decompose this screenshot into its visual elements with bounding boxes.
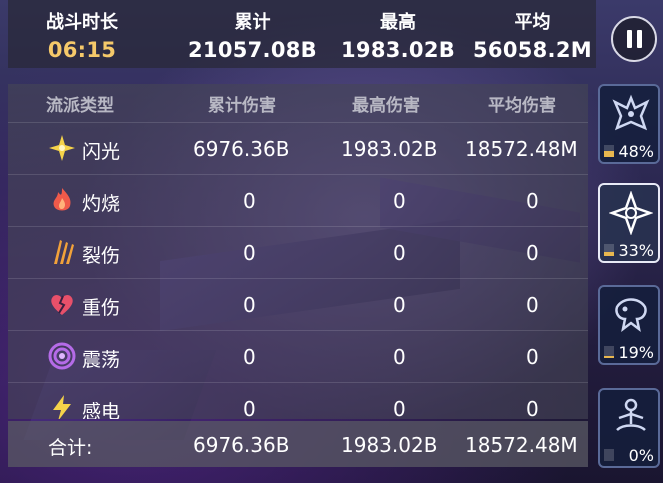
max-damage-label: 最高	[380, 12, 417, 33]
usage-bar	[604, 244, 614, 256]
usage-bar-fill	[604, 355, 614, 358]
damage-type-name: 裂伤	[82, 245, 121, 267]
usage-bar-fill	[604, 252, 614, 256]
usage-bar-fill	[604, 151, 614, 157]
table-row: 感电 0 0 0	[8, 382, 588, 419]
avg-damage-cell: 0	[526, 293, 539, 317]
damage-type-name: 感电	[82, 401, 121, 419]
meditation-icon	[616, 398, 646, 431]
battle-duration-label: 战斗时长	[46, 12, 118, 33]
damage-table[interactable]: 流派类型 累计伤害 最高伤害 平均伤害 闪光 6976.36B 1983.02B…	[8, 84, 588, 419]
max-damage-cell: 0	[393, 241, 406, 265]
total-damage-stat: 累计 21057.08B	[188, 8, 317, 62]
table-header: 流派类型 累计伤害 最高伤害 平均伤害	[8, 84, 588, 122]
laceration-icon	[54, 240, 74, 264]
damage-type-name: 灼烧	[82, 193, 121, 215]
total-damage-cell: 0	[243, 345, 256, 369]
max-damage-cell: 0	[393, 189, 406, 213]
max-damage-value: 1983.02B	[341, 38, 456, 62]
column-header-type: 流派类型	[46, 96, 114, 116]
totals-row: 合计: 6976.36B 1983.02B 18572.48M	[8, 421, 588, 467]
avg-damage-stat: 平均 56058.2M	[473, 8, 592, 62]
max-damage-cell: 0	[393, 293, 406, 317]
dragon-icon	[612, 94, 650, 131]
table-row: 闪光 6976.36B 1983.02B 18572.48M	[8, 122, 588, 175]
totals-max-damage: 1983.02B	[341, 433, 438, 457]
total-damage-label: 累计	[234, 12, 271, 33]
usage-percent: 48%	[618, 142, 654, 161]
totals-total-damage: 6976.36B	[193, 433, 290, 457]
avg-damage-value: 56058.2M	[473, 38, 592, 62]
skill-slot-selected[interactable]: 33%	[598, 183, 660, 263]
avg-damage-cell: 0	[526, 241, 539, 265]
column-header-avg: 平均伤害	[488, 96, 556, 116]
flash-icon	[49, 135, 75, 161]
max-damage-cell: 1983.02B	[341, 137, 438, 161]
skill-slot[interactable]: 0%	[598, 388, 660, 468]
usage-percent: 19%	[618, 343, 654, 362]
totals-label: 合计:	[48, 437, 93, 459]
usage-bar	[604, 145, 614, 157]
usage-percent: 33%	[618, 241, 654, 260]
usage-bar	[604, 346, 614, 358]
shock-icon	[48, 342, 76, 370]
table-row: 重伤 0 0 0	[8, 278, 588, 331]
max-damage-cell: 0	[393, 345, 406, 369]
avg-damage-cell: 0	[526, 397, 539, 419]
serpent-icon	[615, 298, 647, 332]
usage-bar	[604, 449, 614, 461]
pause-icon	[627, 30, 632, 48]
damage-type-name: 闪光	[82, 141, 121, 163]
totals-avg-damage: 18572.48M	[465, 433, 578, 457]
total-damage-cell: 0	[243, 397, 256, 419]
avg-damage-cell: 18572.48M	[465, 137, 578, 161]
damage-type-name: 震荡	[82, 349, 121, 371]
max-damage-stat: 最高 1983.02B	[341, 8, 455, 62]
battle-duration-value: 06:15	[47, 38, 117, 62]
skill-slot[interactable]: 48%	[598, 84, 660, 164]
electrify-icon	[53, 395, 71, 419]
avg-damage-cell: 0	[526, 345, 539, 369]
star-diamond-icon	[609, 191, 653, 235]
column-header-total: 累计伤害	[208, 96, 276, 116]
battle-stats-header: 战斗时长 06:15 累计 21057.08B 最高 1983.02B 平均 5…	[8, 0, 596, 68]
total-damage-value: 21057.08B	[188, 38, 317, 62]
avg-damage-label: 平均	[514, 12, 551, 33]
total-damage-cell: 6976.36B	[193, 137, 290, 161]
total-damage-cell: 0	[243, 241, 256, 265]
avg-damage-cell: 0	[526, 189, 539, 213]
table-row: 裂伤 0 0 0	[8, 226, 588, 279]
max-damage-cell: 0	[393, 397, 406, 419]
total-damage-cell: 0	[243, 189, 256, 213]
pause-button[interactable]	[611, 16, 657, 62]
damage-type-name: 重伤	[82, 297, 121, 319]
heavy-wound-icon	[51, 295, 73, 315]
pause-icon	[637, 30, 642, 48]
table-row: 灼烧 0 0 0	[8, 174, 588, 227]
battle-duration-stat: 战斗时长 06:15	[46, 8, 118, 62]
usage-percent: 0%	[628, 446, 654, 465]
skill-slot[interactable]: 19%	[598, 285, 660, 365]
total-damage-cell: 0	[243, 293, 256, 317]
table-row: 震荡 0 0 0	[8, 330, 588, 383]
column-header-max: 最高伤害	[352, 96, 420, 116]
burn-icon	[53, 188, 71, 211]
